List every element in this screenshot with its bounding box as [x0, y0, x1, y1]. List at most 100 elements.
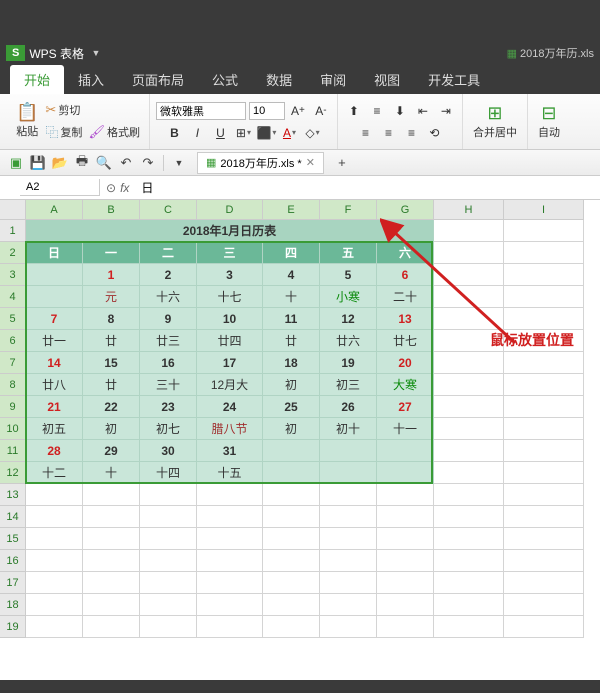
col-header-b[interactable]: B [83, 200, 140, 220]
cell[interactable] [504, 528, 584, 550]
row-header[interactable]: 7 [0, 352, 26, 374]
cell[interactable]: 16 [140, 352, 197, 374]
cell[interactable] [504, 506, 584, 528]
title-dropdown-icon[interactable]: ▼ [88, 45, 104, 61]
add-tab-button[interactable]: + [332, 153, 352, 173]
cell[interactable] [377, 440, 434, 462]
cell[interactable] [434, 484, 504, 506]
qat-dropdown[interactable]: ▼ [169, 153, 189, 173]
cell[interactable]: 6 [377, 264, 434, 286]
row-header[interactable]: 2 [0, 242, 26, 264]
cell[interactable] [26, 572, 83, 594]
cell[interactable] [504, 308, 584, 330]
cell[interactable]: 20 [377, 352, 434, 374]
col-header-h[interactable]: H [434, 200, 504, 220]
cell[interactable]: 初三 [320, 374, 377, 396]
cell[interactable]: 3 [197, 264, 263, 286]
close-tab-button[interactable]: ✕ [306, 156, 315, 169]
row-header[interactable]: 10 [0, 418, 26, 440]
cell[interactable] [26, 286, 83, 308]
cell[interactable] [504, 440, 584, 462]
row-header[interactable]: 5 [0, 308, 26, 330]
cell[interactable] [434, 264, 504, 286]
orientation-button[interactable]: ⟲ [424, 123, 444, 143]
cell[interactable]: 26 [320, 396, 377, 418]
cell[interactable] [140, 572, 197, 594]
cell[interactable] [377, 528, 434, 550]
cell[interactable] [320, 440, 377, 462]
menu-dev[interactable]: 开发工具 [414, 65, 494, 94]
cell[interactable] [504, 462, 584, 484]
col-header-c[interactable]: C [140, 200, 197, 220]
cell[interactable] [504, 550, 584, 572]
cell[interactable]: 12月大 [197, 374, 263, 396]
row-headers[interactable]: 12345678910111213141516171819 [0, 220, 26, 638]
menu-insert[interactable]: 插入 [64, 65, 118, 94]
menu-view[interactable]: 视图 [360, 65, 414, 94]
print-button[interactable]: 🖶 [72, 153, 92, 173]
cell[interactable] [263, 484, 320, 506]
indent-right-button[interactable]: ⇥ [436, 101, 456, 121]
cell[interactable] [83, 616, 140, 638]
cell[interactable]: 17 [197, 352, 263, 374]
clear-format-button[interactable]: ◇▾ [302, 123, 322, 143]
cell[interactable]: 2 [140, 264, 197, 286]
cell[interactable]: 24 [197, 396, 263, 418]
cell[interactable]: 21 [26, 396, 83, 418]
cell[interactable] [320, 528, 377, 550]
cell[interactable]: 初五 [26, 418, 83, 440]
cell[interactable]: 25 [263, 396, 320, 418]
col-header-g[interactable]: G [377, 200, 434, 220]
cell[interactable] [320, 506, 377, 528]
row-header[interactable]: 16 [0, 550, 26, 572]
row-header[interactable]: 18 [0, 594, 26, 616]
select-all-corner[interactable] [0, 200, 26, 220]
fill-color-button[interactable]: ⬛▾ [256, 123, 276, 143]
col-header-f[interactable]: F [320, 200, 377, 220]
cell[interactable] [263, 528, 320, 550]
cell[interactable] [504, 616, 584, 638]
cell[interactable]: 8 [83, 308, 140, 330]
cell[interactable] [83, 572, 140, 594]
increase-font-button[interactable]: A+ [288, 101, 308, 121]
row-header[interactable]: 15 [0, 528, 26, 550]
cell[interactable] [434, 528, 504, 550]
cell[interactable]: 9 [140, 308, 197, 330]
cell[interactable] [504, 594, 584, 616]
cell[interactable] [26, 550, 83, 572]
cell[interactable] [263, 462, 320, 484]
calendar-title[interactable]: 2018年1月日历表 [26, 220, 434, 242]
cell[interactable] [83, 594, 140, 616]
row-header[interactable]: 14 [0, 506, 26, 528]
cell[interactable] [26, 594, 83, 616]
row-header[interactable]: 1 [0, 220, 26, 242]
cell[interactable] [320, 484, 377, 506]
cell[interactable] [140, 506, 197, 528]
cell[interactable]: 13 [377, 308, 434, 330]
cell[interactable] [504, 220, 584, 242]
cell[interactable] [504, 396, 584, 418]
indent-left-button[interactable]: ⇤ [413, 101, 433, 121]
cell[interactable] [434, 462, 504, 484]
column-headers[interactable]: A B C D E F G H I [26, 200, 584, 220]
spreadsheet-area[interactable]: A B C D E F G H I 1234567891011121314151… [0, 200, 600, 670]
cell[interactable] [504, 418, 584, 440]
cell[interactable]: 十一 [377, 418, 434, 440]
cell[interactable] [377, 462, 434, 484]
cell[interactable]: 5 [320, 264, 377, 286]
row-header[interactable]: 9 [0, 396, 26, 418]
cell[interactable] [263, 594, 320, 616]
cell[interactable] [434, 572, 504, 594]
cell[interactable]: 大寒 [377, 374, 434, 396]
paste-button[interactable]: 📋 粘贴 [12, 100, 42, 143]
cell[interactable] [83, 550, 140, 572]
cell[interactable] [434, 418, 504, 440]
cell[interactable]: 廿 [83, 330, 140, 352]
row-header[interactable]: 4 [0, 286, 26, 308]
cell[interactable] [377, 484, 434, 506]
bold-button[interactable]: B [164, 123, 184, 143]
print-preview-button[interactable]: 🔍 [94, 153, 114, 173]
row-header[interactable]: 12 [0, 462, 26, 484]
cell[interactable] [140, 594, 197, 616]
cell[interactable] [434, 352, 504, 374]
